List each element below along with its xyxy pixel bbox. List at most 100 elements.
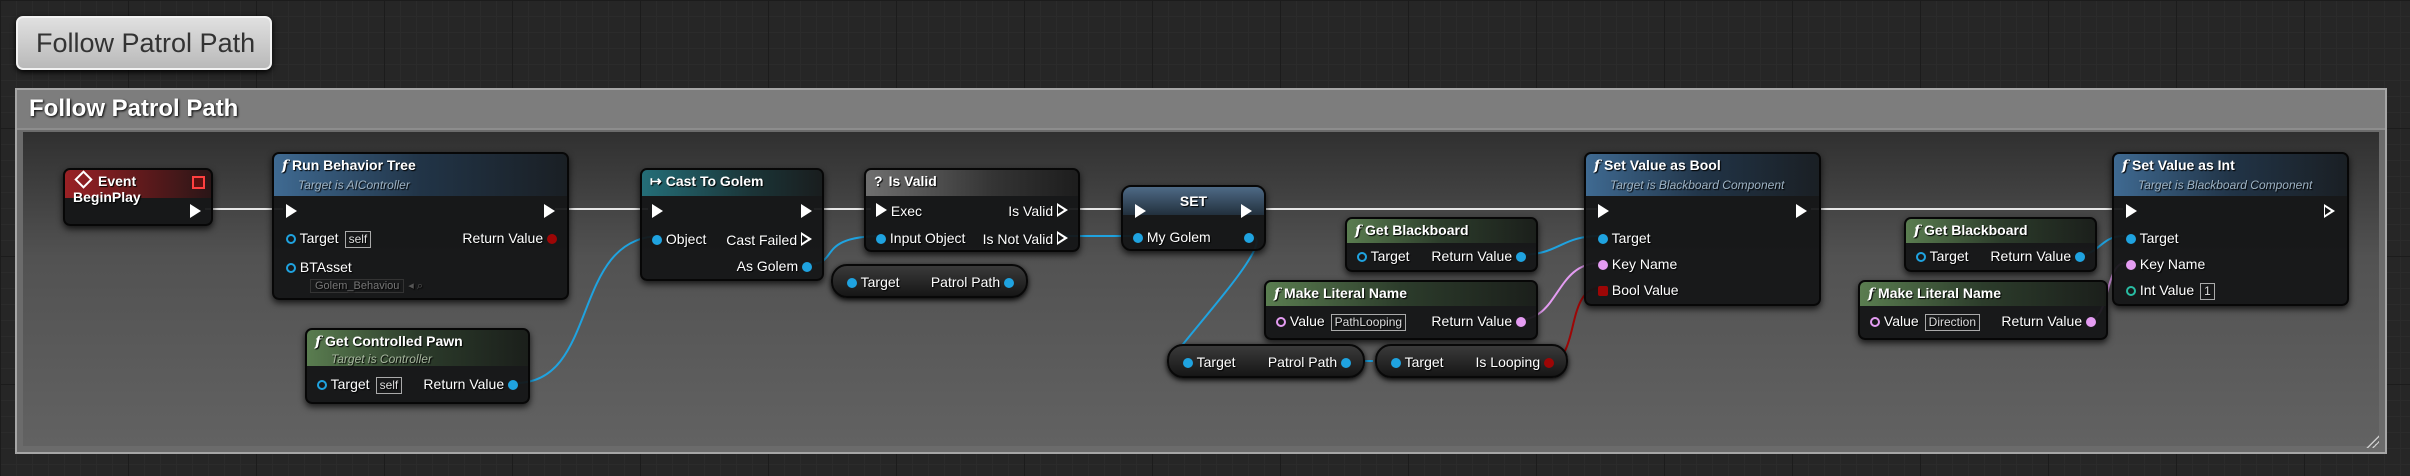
exec-in-pin[interactable] [1135, 204, 1146, 218]
node-subtitle: Target is Blackboard Component [1610, 178, 1785, 192]
node-subtitle: Target is AIController [298, 178, 410, 192]
key-name-pin[interactable]: Key Name [1598, 256, 1677, 272]
target-pin[interactable]: Target self [286, 230, 372, 248]
object-pin-icon [1244, 233, 1254, 243]
target-value[interactable]: self [375, 377, 403, 394]
is-valid-pin[interactable]: Is Valid [1008, 202, 1068, 219]
cast-to-golem-node[interactable]: ↦ Cast To Golem Object Cast Failed As Gol… [640, 168, 824, 281]
set-value-as-bool-node[interactable]: f Set Value as Bool Target is Blackboard C… [1584, 152, 1821, 306]
as-golem-pin[interactable]: As Golem [737, 258, 812, 274]
node-header: f Make Literal Name [1860, 282, 2106, 306]
int-value-field[interactable]: 1 [2200, 283, 2215, 300]
pin-label: Value [1289, 313, 1325, 329]
name-pin-icon [1598, 260, 1608, 270]
event-delegate-icon[interactable] [192, 176, 205, 189]
object-pin-icon [802, 262, 812, 272]
object-pin-icon [847, 278, 857, 288]
exec-out-pin[interactable] [2324, 204, 2335, 218]
value-pin[interactable]: Value Direction [1870, 313, 1981, 331]
patrol-path-pin[interactable]: Patrol Path [1268, 354, 1351, 370]
name-value-field[interactable]: Direction [1924, 314, 1981, 331]
target-value[interactable]: self [344, 231, 372, 248]
is-looping-pin[interactable]: Is Looping [1475, 354, 1554, 370]
my-golem-out-pin[interactable] [1244, 229, 1254, 245]
pin-label: Return Value [423, 376, 505, 392]
exec-out-pin[interactable] [1241, 204, 1252, 218]
node-header: ? Is Valid [866, 170, 1078, 196]
is-valid-node[interactable]: ? Is Valid Exec Is Valid Input Object Is … [864, 168, 1080, 252]
is-not-valid-pin[interactable]: Is Not Valid [983, 230, 1068, 247]
target-pin[interactable]: Target [1598, 230, 1651, 246]
return-value-pin[interactable]: Return Value [1431, 313, 1526, 329]
object-pin-icon [1516, 252, 1526, 262]
target-pin[interactable]: Target [847, 274, 900, 290]
btasset-value[interactable]: Golem_Behaviou [310, 279, 405, 293]
patrol-path-getter-node[interactable]: Target Patrol Path [831, 264, 1028, 298]
return-value-pin[interactable]: Return Value [2001, 313, 2096, 329]
pin-label: Target [860, 274, 900, 290]
exec-out-pin[interactable] [1796, 204, 1807, 218]
target-pin[interactable]: Target [1916, 248, 1969, 264]
exec-out-pin[interactable] [190, 204, 201, 218]
key-name-pin[interactable]: Key Name [2126, 256, 2205, 272]
target-pin[interactable]: Target [1357, 248, 1410, 264]
set-value-as-int-node[interactable]: f Set Value as Int Target is Blackboard Co… [2112, 152, 2349, 306]
name-value-field[interactable]: PathLooping [1330, 314, 1407, 331]
make-literal-name-node[interactable]: f Make Literal Name Value PathLooping Retu… [1264, 280, 1538, 340]
set-my-golem-node[interactable]: SET My Golem [1121, 185, 1266, 251]
pin-label: Bool Value [1611, 282, 1679, 298]
object-pin-icon [1916, 252, 1926, 262]
pin-label: Patrol Path [1267, 354, 1338, 370]
pin-label: Object [665, 231, 707, 247]
exec-in-pin[interactable] [2126, 204, 2137, 218]
target-pin[interactable]: Target self [317, 376, 403, 394]
exec-in-pin[interactable] [652, 204, 663, 218]
node-title: Get Blackboard [1365, 222, 1469, 238]
exec-out-pin[interactable] [801, 204, 812, 218]
cast-failed-pin[interactable]: Cast Failed [726, 231, 812, 248]
get-controlled-pawn-node[interactable]: f Get Controlled Pawn Target is Controller… [305, 328, 530, 404]
exec-icon [876, 203, 887, 217]
target-pin[interactable]: Target [1391, 354, 1444, 370]
is-looping-getter-node[interactable]: Target Is Looping [1375, 344, 1568, 378]
function-icon: f [1274, 286, 1281, 302]
object-pin-icon [2126, 234, 2136, 244]
return-value-pin[interactable]: Return Value [423, 376, 518, 392]
get-blackboard-node[interactable]: f Get Blackboard Target Return Value [1904, 217, 2097, 272]
exec-in-pin[interactable] [1598, 204, 1609, 218]
pin-label: Exec [890, 203, 923, 219]
btasset-pin[interactable]: BTAsset [286, 259, 352, 275]
exec-in-pin[interactable]: Exec [876, 202, 922, 219]
btasset-select[interactable]: Golem_Behaviou ◂ ⌕ [302, 276, 423, 293]
get-blackboard-node[interactable]: f Get Blackboard Target Return Value [1345, 217, 1538, 272]
event-beginplay-node[interactable]: Event BeginPlay [63, 168, 213, 226]
pin-label: Target [330, 376, 370, 392]
object-pin[interactable]: Object [652, 231, 706, 247]
my-golem-pin[interactable]: My Golem [1133, 229, 1211, 245]
pin-label: Is Looping [1475, 354, 1541, 370]
patrol-path-pin[interactable]: Patrol Path [931, 274, 1014, 290]
run-behavior-tree-node[interactable]: f Run Behavior Tree Target is AIController… [272, 152, 569, 300]
target-pin[interactable]: Target [1183, 354, 1236, 370]
function-icon: f [1355, 223, 1362, 239]
pin-label: Return Value [1990, 248, 2072, 264]
exec-in-pin[interactable] [286, 204, 297, 218]
bool-value-pin[interactable]: Bool Value [1598, 282, 1679, 298]
make-literal-name-node[interactable]: f Make Literal Name Value Direction Return… [1858, 280, 2108, 340]
target-pin[interactable]: Target [2126, 230, 2179, 246]
asset-browse-icon[interactable]: ◂ ⌕ [408, 280, 423, 292]
patrol-path-getter-node[interactable]: Target Patrol Path [1167, 344, 1365, 378]
exec-out-pin[interactable] [544, 204, 555, 218]
bool-pin-icon [1544, 358, 1554, 368]
int-value-pin[interactable]: Int Value 1 [2126, 282, 2215, 300]
function-icon: f [1868, 286, 1875, 302]
return-value-pin[interactable]: Return Value [1990, 248, 2085, 264]
exec-out-hollow-icon [801, 232, 812, 246]
input-object-pin[interactable]: Input Object [876, 230, 965, 246]
pin-label: Target [2139, 230, 2179, 246]
return-value-pin[interactable]: Return Value [1431, 248, 1526, 264]
pin-label: Return Value [462, 230, 544, 246]
node-title: Cast To Golem [665, 173, 764, 189]
value-pin[interactable]: Value PathLooping [1276, 313, 1407, 331]
return-value-pin[interactable]: Return Value [462, 230, 557, 246]
